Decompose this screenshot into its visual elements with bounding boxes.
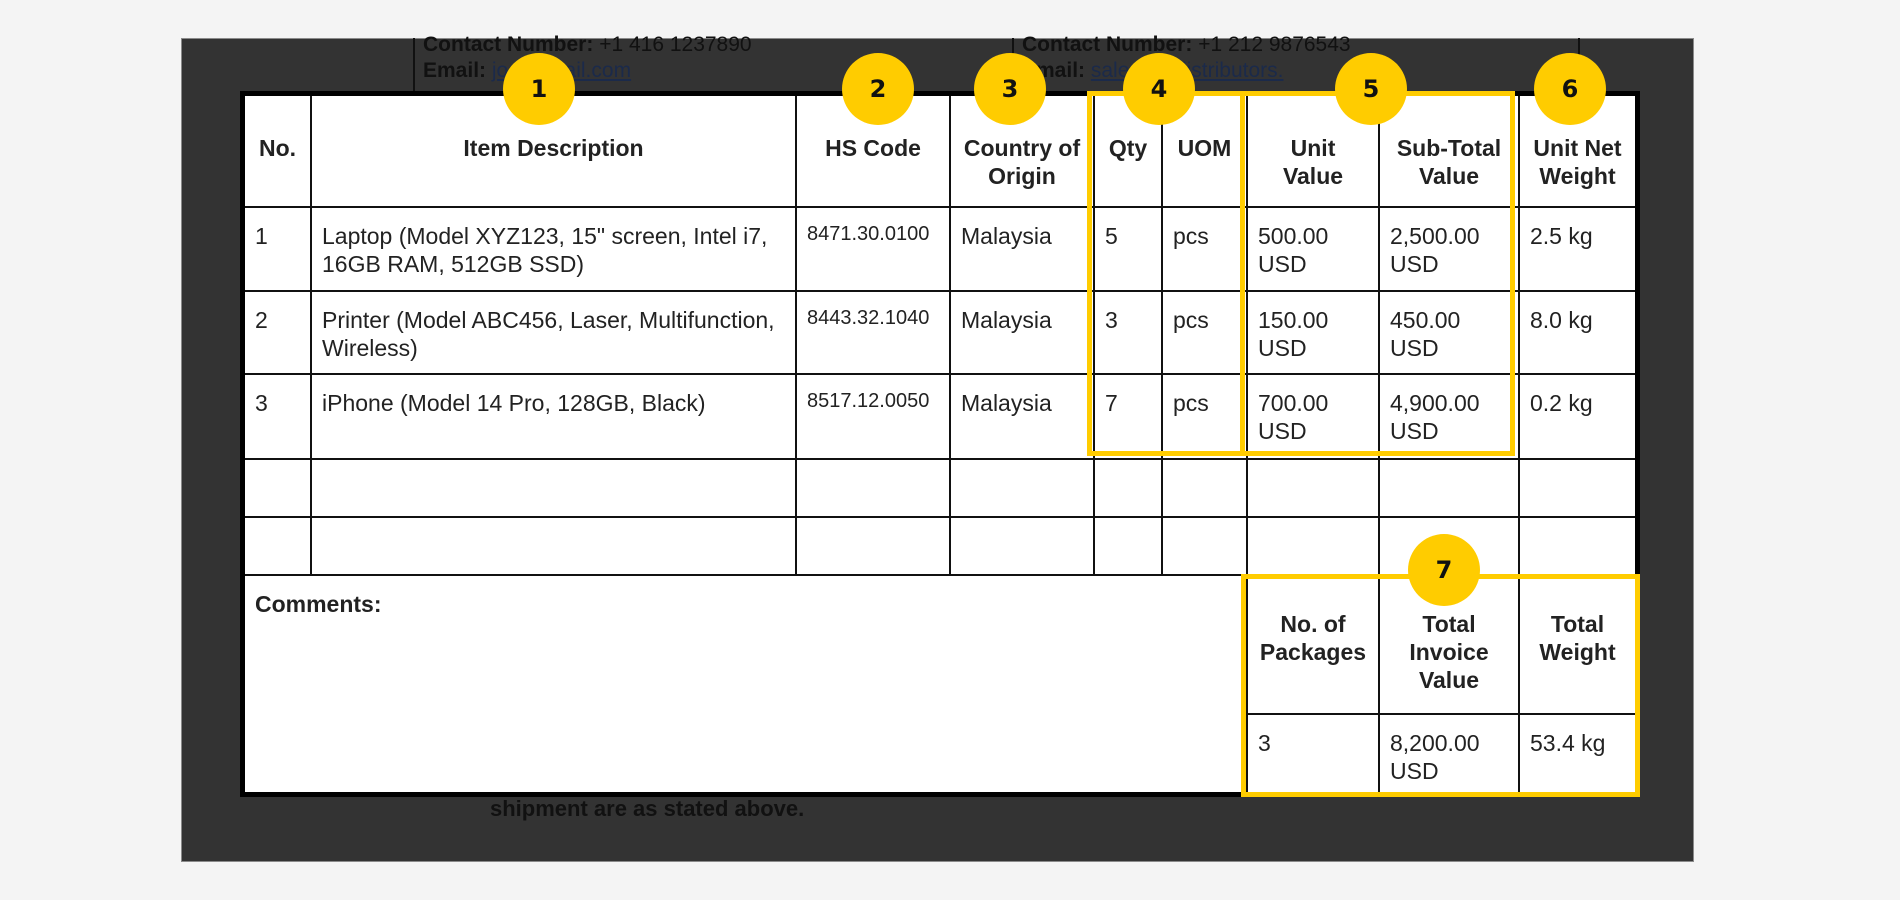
cell-unit-net-weight: 8.0 kg [1520, 292, 1635, 375]
cell-sub-total-value: 450.00 USD [1380, 292, 1520, 375]
cell-qty: 7 [1095, 375, 1163, 460]
cell-hs-code: 8443.32.1040 [797, 292, 951, 375]
cell-no: 2 [245, 292, 312, 375]
cell-unit-value: 500.00 USD [1248, 208, 1380, 292]
cell-uom: pcs [1163, 375, 1248, 460]
cell-hs-code: 8471.30.0100 [797, 208, 951, 292]
empty-cell-country-of-origin[interactable] [951, 460, 1095, 518]
cell-country-of-origin: Malaysia [951, 292, 1095, 375]
header-no: No. [245, 96, 312, 208]
cell-qty: 3 [1095, 292, 1163, 375]
cell-item-description: Laptop (Model XYZ123, 15" screen, Intel … [312, 208, 797, 292]
totals-value-packages: 3 [1248, 715, 1380, 792]
annotation-badge-4: 4 [1123, 53, 1195, 125]
empty-cell-qty[interactable] [1095, 518, 1163, 576]
empty-cell-item-description[interactable] [312, 460, 797, 518]
contact-number-label: Contact Number: [1022, 33, 1193, 56]
empty-cell-unit-value[interactable] [1248, 518, 1380, 576]
cell-hs-code: 8517.12.0050 [797, 375, 951, 460]
cell-unit-value: 150.00 USD [1248, 292, 1380, 375]
contact-number-value: +1 416 1237890 [599, 33, 752, 56]
consignee-contact-block: Contact Number: +1 212 9876543 Email: sa… [1012, 33, 1580, 91]
empty-cell-unit-net-weight[interactable] [1520, 460, 1635, 518]
cell-sub-total-value: 2,500.00 USD [1380, 208, 1520, 292]
empty-cell-uom[interactable] [1163, 460, 1248, 518]
totals-header-packages: No. of Packages [1248, 576, 1380, 715]
annotation-badge-6: 6 [1534, 53, 1606, 125]
cell-no: 3 [245, 375, 312, 460]
empty-cell-sub-total-value[interactable] [1380, 460, 1520, 518]
cell-item-description: iPhone (Model 14 Pro, 128GB, Black) [312, 375, 797, 460]
cell-unit-net-weight: 0.2 kg [1520, 375, 1635, 460]
cell-uom: pcs [1163, 292, 1248, 375]
declaration-footer-text: shipment are as stated above. [490, 796, 805, 821]
empty-cell-unit-value[interactable] [1248, 460, 1380, 518]
comments-area[interactable]: Comments: [245, 576, 1248, 792]
empty-cell-hs-code[interactable] [797, 460, 951, 518]
cell-uom: pcs [1163, 208, 1248, 292]
cell-unit-net-weight: 2.5 kg [1520, 208, 1635, 292]
empty-cell-item-description[interactable] [312, 518, 797, 576]
cell-no: 1 [245, 208, 312, 292]
empty-cell-no[interactable] [245, 460, 312, 518]
annotation-badge-2: 2 [842, 53, 914, 125]
cell-sub-total-value: 4,900.00 USD [1380, 375, 1520, 460]
totals-value-invoice-value: 8,200.00 USD [1380, 715, 1520, 792]
email-label: Email: [423, 59, 487, 82]
empty-cell-country-of-origin[interactable] [951, 518, 1095, 576]
empty-cell-unit-net-weight[interactable] [1520, 518, 1635, 576]
contact-number-label: Contact Number: [423, 33, 594, 56]
annotation-badge-5: 5 [1335, 53, 1407, 125]
totals-value-weight: 53.4 kg [1530, 730, 1606, 756]
cell-item-description: Printer (Model ABC456, Laser, Multifunct… [312, 292, 797, 375]
annotation-badge-1: 1 [503, 53, 575, 125]
totals-header-weight: Total Weight [1520, 576, 1635, 715]
empty-cell-qty[interactable] [1095, 460, 1163, 518]
annotation-badge-7: 7 [1408, 534, 1480, 606]
cell-qty: 5 [1095, 208, 1163, 292]
annotation-badge-3: 3 [974, 53, 1046, 125]
cell-country-of-origin: Malaysia [951, 208, 1095, 292]
comments-label: Comments: [255, 591, 382, 617]
empty-cell-uom[interactable] [1163, 518, 1248, 576]
cell-country-of-origin: Malaysia [951, 375, 1095, 460]
contact-number-value: +1 212 9876543 [1198, 33, 1351, 56]
header-sub-total-value: Sub-Total Value [1380, 96, 1520, 208]
cell-unit-value: 700.00 USD [1248, 375, 1380, 460]
empty-cell-hs-code[interactable] [797, 518, 951, 576]
invoice-items-table: No. Item Description HS Code Country of … [240, 91, 1640, 797]
empty-cell-no[interactable] [245, 518, 312, 576]
